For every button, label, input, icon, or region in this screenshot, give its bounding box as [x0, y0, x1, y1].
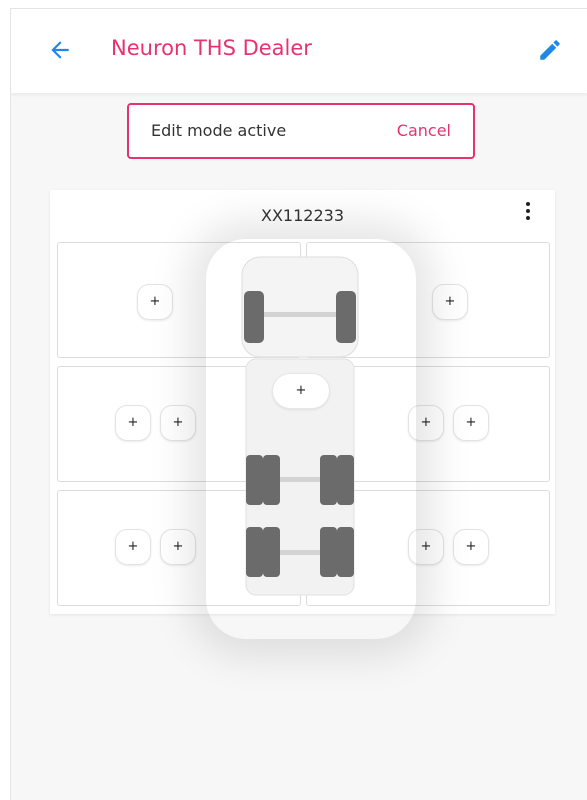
add-tire-button[interactable]: +: [160, 529, 196, 565]
add-spare-tire-button[interactable]: +: [272, 373, 330, 409]
add-tire-button[interactable]: +: [453, 405, 489, 441]
add-tire-button[interactable]: +: [137, 284, 173, 320]
more-vertical-icon[interactable]: [523, 202, 533, 224]
add-tire-button[interactable]: +: [115, 529, 151, 565]
add-tire-button[interactable]: +: [115, 405, 151, 441]
page-title: Neuron THS Dealer: [111, 36, 312, 60]
add-tire-button[interactable]: +: [432, 284, 468, 320]
edit-mode-message: Edit mode active: [151, 121, 287, 140]
truck-diagram-icon: [241, 256, 359, 596]
add-tire-button[interactable]: +: [453, 529, 489, 565]
add-tire-button[interactable]: +: [160, 405, 196, 441]
vehicle-plate: XX112233: [261, 206, 344, 225]
arrow-left-icon[interactable]: [47, 37, 73, 63]
app-bar: Neuron THS Dealer: [11, 9, 587, 93]
app-screen: Neuron THS Dealer Edit mode active Cance…: [10, 8, 587, 800]
pencil-icon[interactable]: [537, 37, 563, 63]
cancel-button[interactable]: Cancel: [397, 121, 451, 140]
edit-mode-banner: Edit mode active Cancel: [127, 103, 475, 159]
